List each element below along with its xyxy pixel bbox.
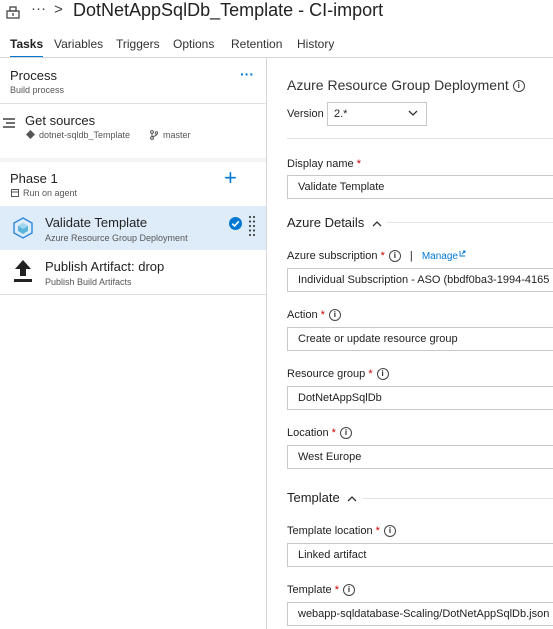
- manage-link-text: Manage: [421, 251, 458, 262]
- action-label-text: Action: [287, 309, 318, 321]
- checkmark-icon: [229, 217, 242, 230]
- phase-subtitle: Run on agent: [23, 188, 78, 198]
- display-name-input[interactable]: Validate Template: [287, 175, 553, 199]
- repo-name: dotnet-sqldb_Template: [39, 130, 131, 140]
- version-select[interactable]: 2.*: [327, 102, 427, 126]
- pipeline-icon: [6, 5, 20, 19]
- get-sources-title: Get sources: [25, 113, 96, 128]
- task-details-panel: Azure Resource Group Deployment i Version…: [267, 58, 553, 629]
- divider: [387, 222, 553, 223]
- chevron-down-icon: [408, 110, 418, 117]
- task-subtitle: Publish Build Artifacts: [45, 277, 132, 287]
- process-header[interactable]: Process Build process ···: [0, 58, 266, 103]
- get-sources-item[interactable]: Get sources dotnet-sqldb_Template master: [0, 104, 266, 158]
- task-subtitle: Azure Resource Group Deployment: [45, 233, 188, 243]
- azure-details-header-text: Azure Details: [287, 215, 365, 230]
- display-name-label: Display name *: [287, 158, 361, 170]
- upload-arrow-icon: [12, 259, 34, 283]
- divider: [287, 138, 553, 139]
- template-label: Template * i: [287, 584, 355, 597]
- source-list-icon: [2, 116, 16, 130]
- tab-tasks[interactable]: Tasks: [10, 37, 44, 58]
- info-icon[interactable]: i: [339, 427, 352, 440]
- azure-subscription-label: Azure subscription * i | Manage: [287, 250, 466, 263]
- info-icon[interactable]: i: [388, 250, 401, 263]
- add-task-button[interactable]: +: [224, 167, 237, 189]
- phase-title: Phase 1: [10, 171, 58, 186]
- info-icon[interactable]: i: [383, 525, 396, 538]
- tab-options[interactable]: Options: [173, 37, 214, 51]
- location-label-text: Location: [287, 427, 329, 439]
- azure-subscription-label-text: Azure subscription: [287, 250, 378, 262]
- repo-icon: [26, 130, 35, 139]
- chevron-up-icon: [347, 495, 357, 502]
- info-icon[interactable]: i: [342, 584, 355, 597]
- action-label: Action * i: [287, 309, 341, 322]
- azure-details-header[interactable]: Azure Details: [287, 215, 382, 230]
- display-name-label-text: Display name: [287, 158, 354, 170]
- label-separator: |: [409, 250, 413, 262]
- template-header-text: Template: [287, 490, 340, 505]
- template-label-text: Template: [287, 584, 332, 596]
- resource-group-label: Resource group * i: [287, 368, 389, 381]
- template-input[interactable]: webapp-sqldatabase-Scaling/DotNetAppSqlD…: [287, 602, 553, 626]
- template-location-select[interactable]: Linked artifact: [287, 543, 553, 567]
- process-subtitle: Build process: [10, 85, 65, 95]
- location-select[interactable]: West Europe: [287, 445, 553, 469]
- info-icon[interactable]: i: [512, 80, 525, 93]
- version-value: 2.*: [334, 108, 348, 120]
- azure-subscription-select[interactable]: Individual Subscription - ASO (bbdf0ba3-…: [287, 268, 553, 292]
- template-location-label-text: Template location: [287, 525, 373, 537]
- panel-title-text: Azure Resource Group Deployment: [287, 77, 509, 93]
- tab-triggers[interactable]: Triggers: [116, 37, 160, 51]
- branch-icon: [150, 130, 158, 140]
- resource-group-select[interactable]: DotNetAppSqlDb: [287, 386, 553, 410]
- tab-history[interactable]: History: [297, 37, 334, 51]
- resource-group-label-text: Resource group: [287, 368, 366, 380]
- template-header[interactable]: Template: [287, 490, 357, 505]
- process-panel: Process Build process ··· Get sources do…: [0, 58, 267, 629]
- task-title: Publish Artifact: drop: [45, 259, 165, 274]
- task-item-validate-template[interactable]: Validate Template Azure Resource Group D…: [0, 206, 266, 250]
- drag-handle-icon[interactable]: [248, 215, 256, 239]
- template-location-label: Template location * i: [287, 525, 396, 538]
- tab-retention[interactable]: Retention: [231, 37, 282, 51]
- action-select[interactable]: Create or update resource group: [287, 327, 553, 351]
- manage-link[interactable]: Manage: [421, 250, 466, 262]
- external-link-icon: [459, 250, 466, 257]
- breadcrumb-chevron-icon: >: [54, 1, 63, 18]
- task-title: Validate Template: [45, 215, 148, 230]
- version-label: Version: [287, 108, 324, 120]
- azure-resource-group-icon: [12, 217, 34, 239]
- breadcrumb-more-button[interactable]: ···: [31, 0, 46, 17]
- page-title: DotNetAppSqlDb_Template - CI-import: [73, 0, 384, 20]
- tab-variables[interactable]: Variables: [54, 37, 103, 51]
- chevron-up-icon: [372, 220, 382, 227]
- location-label: Location * i: [287, 427, 352, 440]
- task-item-publish-artifact[interactable]: Publish Artifact: drop Publish Build Art…: [0, 250, 266, 294]
- phase-header[interactable]: Phase 1 Run on agent +: [0, 162, 266, 206]
- info-icon[interactable]: i: [328, 309, 341, 322]
- info-icon[interactable]: i: [376, 368, 389, 381]
- agent-icon: [11, 189, 19, 197]
- divider: [0, 294, 266, 295]
- process-more-button[interactable]: ···: [240, 66, 254, 82]
- process-title: Process: [10, 68, 57, 83]
- divider: [363, 498, 553, 499]
- panel-title: Azure Resource Group Deployment i: [287, 77, 525, 93]
- branch-name: master: [163, 130, 191, 140]
